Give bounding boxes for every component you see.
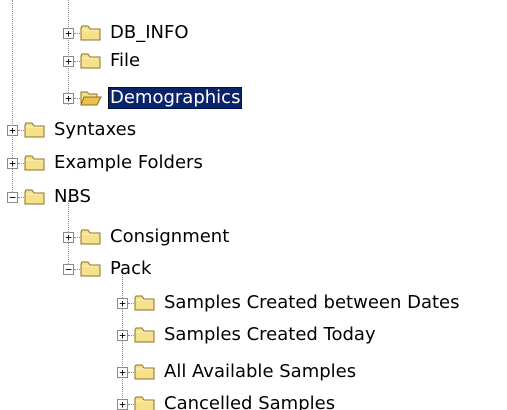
folder-closed-icon [24,121,46,139]
tree-connector-line [12,0,13,200]
folder-closed-icon [80,260,102,278]
folder-closed-icon [134,294,156,312]
tree-item-file[interactable]: File [108,50,142,72]
tree-item-syntaxes[interactable]: Syntaxes [52,119,138,141]
expander-samples-created-between-dates[interactable]: + [117,298,128,309]
folder-closed-icon [134,395,156,410]
folder-closed-icon [134,326,156,344]
tree-item-samples-created-between-dates[interactable]: Samples Created between Dates [162,292,462,314]
expander-nbs[interactable]: − [7,192,18,203]
tree-item-consignment[interactable]: Consignment [108,226,231,248]
folder-open-icon [80,89,102,107]
expander-file[interactable]: + [63,56,74,67]
expander-pack[interactable]: − [63,264,74,275]
folder-closed-icon [80,228,102,246]
tree-item-samples-created-today[interactable]: Samples Created Today [162,324,378,346]
folder-closed-icon [80,52,102,70]
tree-item-example-folders[interactable]: Example Folders [52,152,205,174]
expander-cancelled-samples[interactable]: + [117,399,128,410]
folder-closed-icon [134,363,156,381]
tree-item-db-info[interactable]: DB_INFO [108,22,191,44]
tree-item-all-available-samples[interactable]: All Available Samples [162,361,358,383]
tree-connector-line [68,0,69,105]
expander-consignment[interactable]: + [63,232,74,243]
expander-syntaxes[interactable]: + [7,125,18,136]
folder-closed-icon [24,154,46,172]
folder-closed-icon [80,24,102,42]
tree-item-nbs[interactable]: NBS [52,186,93,208]
tree-item-demographics[interactable]: Demographics [108,87,243,109]
expander-db-info[interactable]: + [63,28,74,39]
expander-example-folders[interactable]: + [7,158,18,169]
tree-item-cancelled-samples[interactable]: Cancelled Samples [162,393,337,410]
expander-all-available-samples[interactable]: + [117,367,128,378]
folder-tree: + DB_INFO + File + Demographics + Syntaxes + Exam… [0,0,507,410]
tree-item-pack[interactable]: Pack [108,258,153,280]
folder-closed-icon [24,188,46,206]
expander-demographics[interactable]: + [63,93,74,104]
expander-samples-created-today[interactable]: + [117,330,128,341]
